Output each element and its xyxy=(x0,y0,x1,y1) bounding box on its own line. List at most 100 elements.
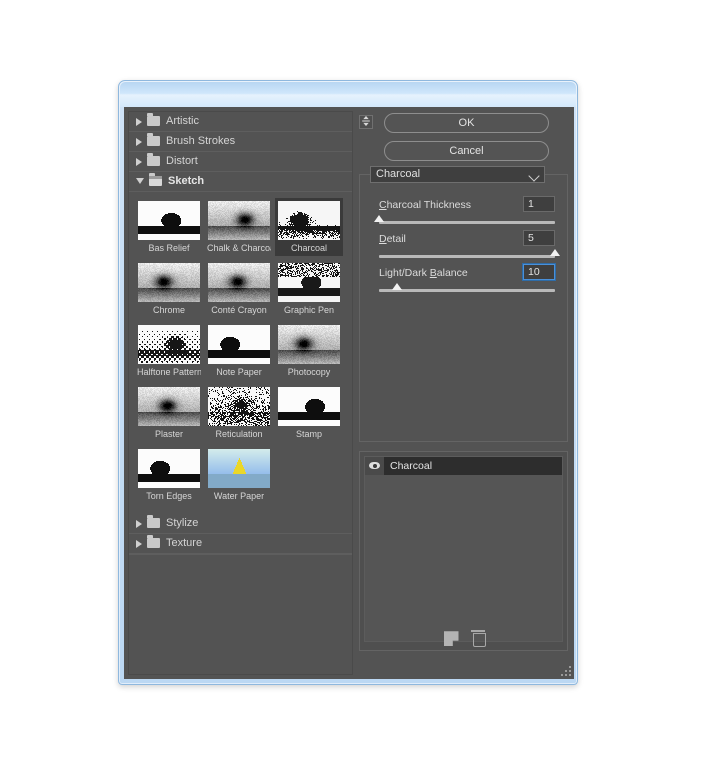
param-slider-thumb[interactable] xyxy=(374,215,384,222)
filter-category-texture[interactable]: Texture xyxy=(129,534,352,554)
param-value-input[interactable]: 10 xyxy=(523,264,555,280)
eye-glyph xyxy=(369,462,380,469)
filter-thumbnail-chalk-charcoal[interactable]: Chalk & Charcoal xyxy=(205,198,273,256)
folder-icon xyxy=(147,133,160,146)
chevron-right-icon xyxy=(136,519,142,528)
folder-open-icon xyxy=(149,173,162,186)
folder-icon xyxy=(147,535,160,548)
filter-gallery-dialog: Artistic Brush Strokes Distort Sketch Bas R… xyxy=(124,107,574,679)
filter-preview-image xyxy=(138,387,200,426)
controls-column: OK Cancel Charcoal Charcoal Thickness 1 De… xyxy=(357,111,570,675)
filter-category-label: Brush Strokes xyxy=(166,135,236,147)
param-slider-thumb[interactable] xyxy=(391,283,402,290)
filter-preview-image xyxy=(138,201,200,240)
filter-preview-image xyxy=(208,387,270,426)
param-value-input[interactable]: 1 xyxy=(523,196,555,212)
chevron-right-icon xyxy=(136,157,142,166)
filter-thumbnail-label: Photocopy xyxy=(287,367,331,377)
filter-thumbnail-label: Graphic Pen xyxy=(283,305,335,315)
filter-thumbnail-photocopy[interactable]: Photocopy xyxy=(275,322,343,380)
param-slider-track[interactable] xyxy=(379,249,560,258)
filter-preview-image xyxy=(138,263,200,302)
filter-thumbnail-bas-relief[interactable]: Bas Relief xyxy=(135,198,203,256)
effect-layer-row[interactable]: Charcoal xyxy=(365,457,562,475)
filter-browser: Artistic Brush Strokes Distort Sketch Bas R… xyxy=(128,111,353,675)
chevron-right-icon xyxy=(136,539,142,548)
browser-empty-area xyxy=(129,554,352,674)
filter-thumbnail-label: Water Paper xyxy=(213,491,265,501)
chevron-down-icon xyxy=(136,178,144,184)
effect-layer-toolbar xyxy=(360,629,569,648)
filter-parameters-group xyxy=(359,174,568,442)
filter-thumbnail-label: Conté Crayon xyxy=(211,305,267,315)
chevron-down-icon xyxy=(528,170,540,182)
filter-category-label: Distort xyxy=(166,155,198,167)
effect-layers-panel: Charcoal xyxy=(359,451,568,651)
eye-icon[interactable] xyxy=(365,457,384,475)
filter-category-label: Stylize xyxy=(166,517,199,529)
effect-layer-name: Charcoal xyxy=(390,460,433,472)
filter-thumbnail-label: Reticulation xyxy=(215,429,263,439)
filter-thumbnail-reticulation[interactable]: Reticulation xyxy=(205,384,273,442)
filter-thumbnail-label: Halftone Pattern xyxy=(137,367,201,377)
param-slider-track[interactable] xyxy=(379,283,555,292)
filter-category-label: Sketch xyxy=(168,175,205,187)
filter-thumbnail-label: Bas Relief xyxy=(148,243,190,253)
filter-gallery-window: Artistic Brush Strokes Distort Sketch Bas R… xyxy=(118,80,578,685)
filter-thumbnail-charcoal[interactable]: Charcoal xyxy=(275,198,343,256)
param-value-input[interactable]: 5 xyxy=(523,230,555,246)
filter-thumbnail-graphic-pen[interactable]: Graphic Pen xyxy=(275,260,343,318)
ok-button[interactable]: OK xyxy=(384,113,549,133)
filter-preview-image xyxy=(208,201,270,240)
new-effect-layer-icon[interactable] xyxy=(443,631,459,647)
collapse-panel-icon[interactable] xyxy=(359,115,373,129)
filter-thumbnail-halftone-pattern[interactable]: Halftone Pattern xyxy=(135,322,203,380)
param-label: Light/Dark Balance xyxy=(379,267,468,279)
filter-category-brush-strokes[interactable]: Brush Strokes xyxy=(129,132,352,152)
param-label: Detail xyxy=(379,233,406,245)
filter-thumbnail-label: Note Paper xyxy=(216,367,262,377)
filter-preview-image xyxy=(138,449,200,488)
filter-category-artistic[interactable]: Artistic xyxy=(129,112,352,132)
filter-preview-image xyxy=(278,325,340,364)
filter-thumbnail-torn-edges[interactable]: Torn Edges xyxy=(135,446,203,504)
filter-thumbnail-label: Chalk & Charcoal xyxy=(207,243,271,253)
filter-preview-image xyxy=(278,387,340,426)
folder-icon xyxy=(147,515,160,528)
filter-thumbnail-label: Chrome xyxy=(152,305,185,315)
filter-thumbnail-label: Charcoal xyxy=(290,243,328,253)
filter-thumbnail-cont-crayon[interactable]: Conté Crayon xyxy=(205,260,273,318)
filter-select-value: Charcoal xyxy=(376,168,421,180)
cancel-button[interactable]: Cancel xyxy=(384,141,549,161)
filter-preview-image xyxy=(208,325,270,364)
filter-thumbnail-label: Plaster xyxy=(154,429,183,439)
resize-grip[interactable] xyxy=(561,666,571,676)
window-titlebar[interactable] xyxy=(120,82,576,107)
filter-thumbnail-note-paper[interactable]: Note Paper xyxy=(205,322,273,380)
filter-thumbnail-label: Stamp xyxy=(295,429,322,439)
filter-thumbnail-stamp[interactable]: Stamp xyxy=(275,384,343,442)
filter-preview-image xyxy=(138,325,200,364)
filter-preview-image xyxy=(278,263,340,302)
filter-thumbnail-grid: Bas Relief Chalk & Charcoal Charcoal Chrome… xyxy=(129,192,350,514)
folder-icon xyxy=(147,113,160,126)
param-slider-thumb[interactable] xyxy=(550,249,560,256)
filter-category-distort[interactable]: Distort xyxy=(129,152,352,172)
filter-select-dropdown[interactable]: Charcoal xyxy=(370,166,545,183)
filter-preview-image xyxy=(208,263,270,302)
filter-thumbnail-label: Torn Edges xyxy=(146,491,192,501)
delete-effect-layer-icon[interactable] xyxy=(470,629,486,647)
screen: Artistic Brush Strokes Distort Sketch Bas R… xyxy=(0,0,705,769)
chevron-right-icon xyxy=(136,137,142,146)
filter-category-label: Texture xyxy=(166,537,203,549)
filter-category-stylize[interactable]: Stylize xyxy=(129,514,352,534)
param-slider-track[interactable] xyxy=(374,215,555,224)
filter-thumbnail-water-paper[interactable]: Water Paper xyxy=(205,446,273,504)
chevron-right-icon xyxy=(136,117,142,126)
filter-preview-image xyxy=(278,201,340,240)
filter-thumbnail-chrome[interactable]: Chrome xyxy=(135,260,203,318)
filter-category-label: Artistic xyxy=(166,115,199,127)
param-label: Charcoal Thickness xyxy=(379,199,472,211)
filter-category-sketch[interactable]: Sketch xyxy=(129,172,352,192)
filter-thumbnail-plaster[interactable]: Plaster xyxy=(135,384,203,442)
